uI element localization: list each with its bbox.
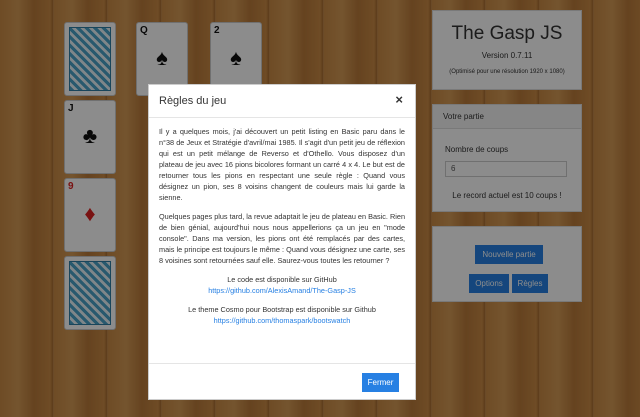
modal-header: Règles du jeu × xyxy=(149,85,415,118)
code-text: Le code est disponible sur GitHub xyxy=(227,275,337,284)
modal-body: Il y a quelques mois, j'ai découvert un … xyxy=(149,118,415,326)
rules-paragraph-1: Il y a quelques mois, j'ai découvert un … xyxy=(159,127,405,202)
theme-text: Le theme Cosmo pour Bootstrap est dispon… xyxy=(188,305,376,314)
close-button[interactable]: Fermer xyxy=(362,373,399,392)
rules-paragraph-2: Quelques pages plus tard, la revue adapt… xyxy=(159,212,405,265)
modal-title: Règles du jeu xyxy=(159,95,227,107)
code-link[interactable]: https://github.com/AlexisAmand/The-Gasp-… xyxy=(159,285,405,296)
close-icon[interactable]: × xyxy=(395,92,403,107)
theme-link[interactable]: https://github.com/thomaspark/bootswatch xyxy=(159,315,405,326)
rules-modal: Règles du jeu × Il y a quelques mois, j'… xyxy=(148,84,416,400)
modal-footer: Fermer xyxy=(149,363,415,399)
